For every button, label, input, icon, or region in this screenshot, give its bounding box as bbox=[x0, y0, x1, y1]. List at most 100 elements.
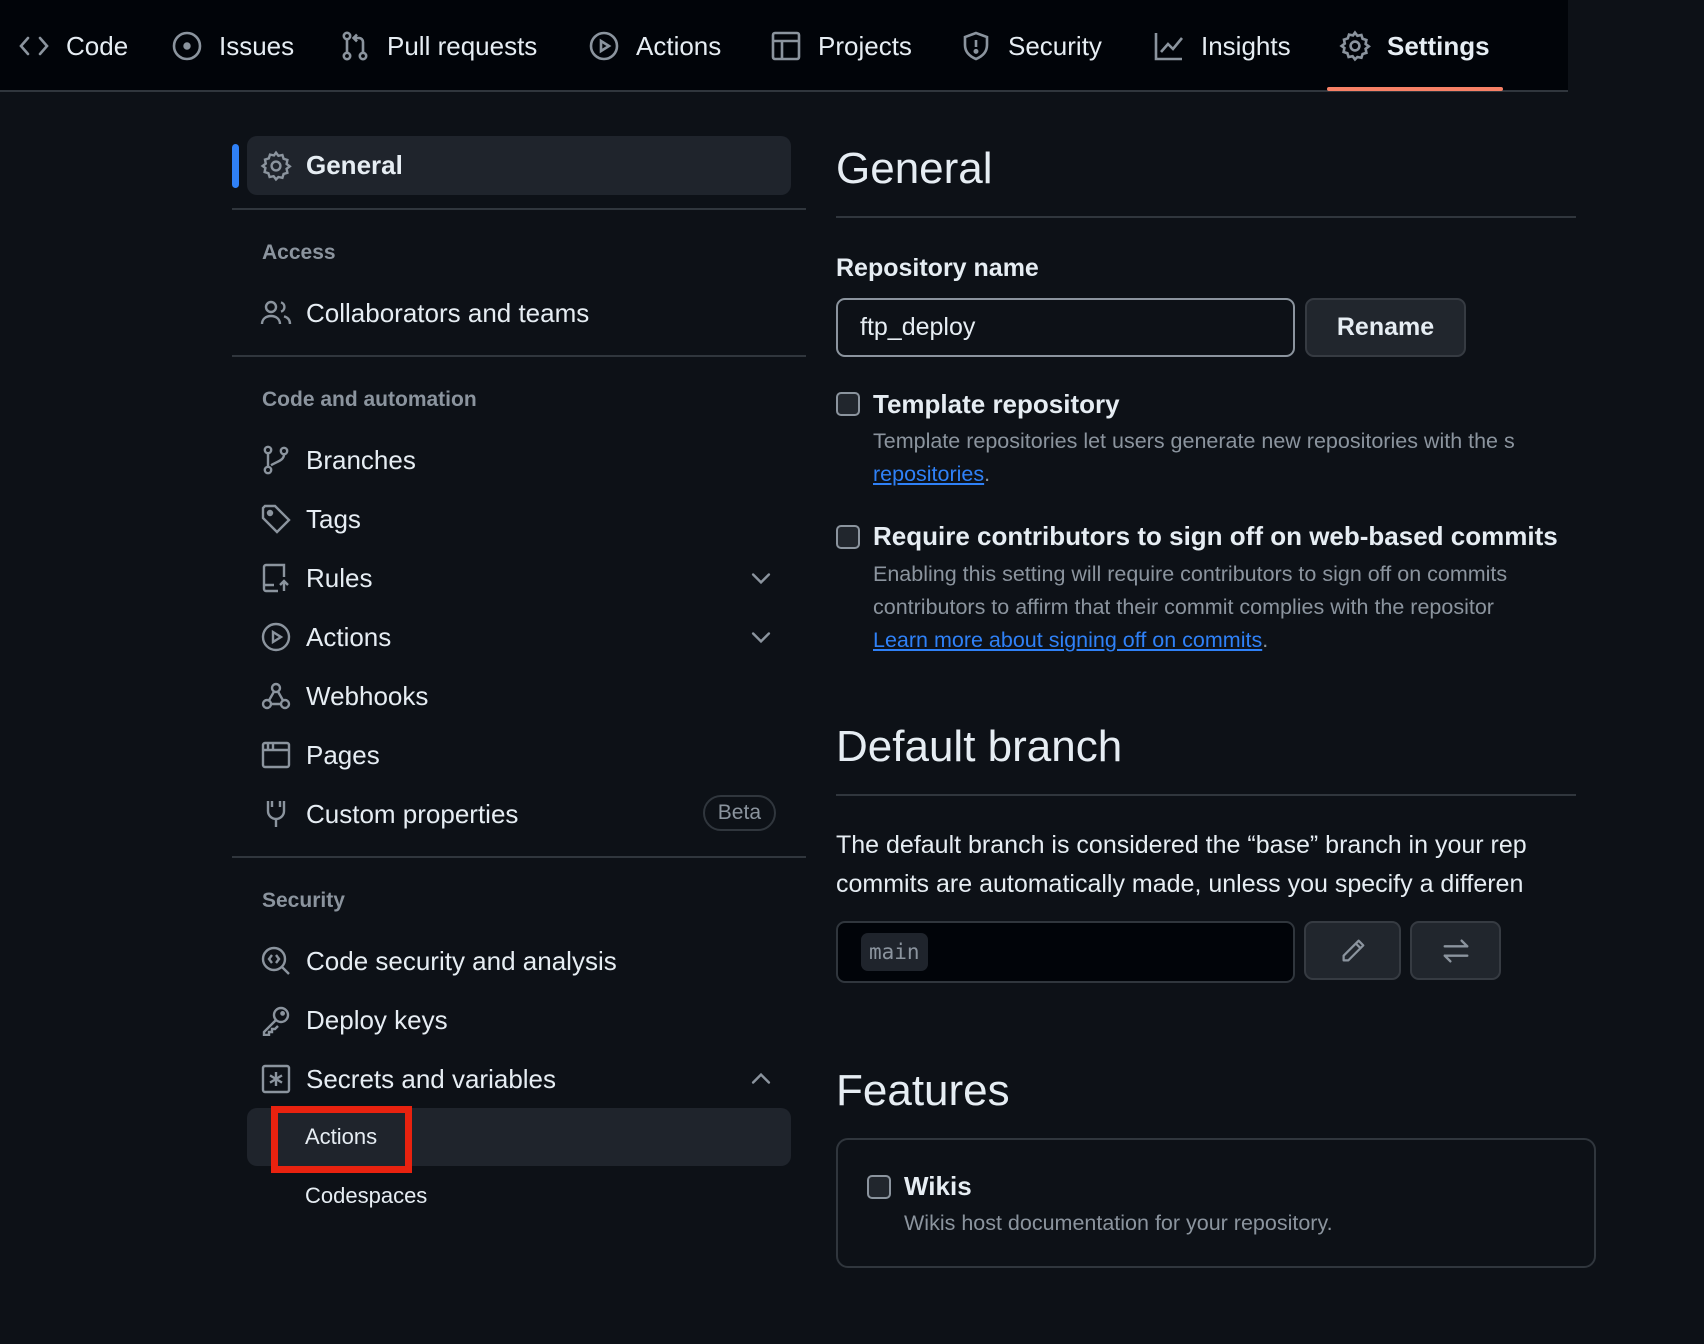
tab-code[interactable]: Code bbox=[18, 0, 128, 92]
tab-label: Settings bbox=[1387, 30, 1490, 61]
chevron-down-icon[interactable] bbox=[747, 564, 775, 592]
divider bbox=[836, 794, 1576, 796]
graph-icon bbox=[1153, 30, 1185, 62]
sidebar-item-code-security[interactable]: Code security and analysis bbox=[247, 935, 791, 987]
tab-security[interactable]: Security bbox=[960, 0, 1102, 92]
chevron-down-icon[interactable] bbox=[747, 623, 775, 651]
rename-branch-button[interactable] bbox=[1304, 921, 1401, 980]
template-repository-title: Template repository bbox=[873, 389, 1120, 419]
repo-nav: Code Issues Pull requests Actions Projec… bbox=[0, 0, 1568, 92]
tab-insights[interactable]: Insights bbox=[1153, 0, 1291, 92]
default-branch-desc-line-1: The default branch is considered the “ba… bbox=[836, 831, 1527, 859]
sidebar-subitem-codespaces[interactable]: Codespaces bbox=[247, 1167, 791, 1225]
period: . bbox=[1262, 628, 1269, 652]
sidebar-item-tags[interactable]: Tags bbox=[247, 493, 791, 545]
git-pull-request-icon bbox=[339, 30, 371, 62]
signoff-desc-2: contributors to affirm that their commit… bbox=[873, 595, 1494, 619]
sidebar-item-label: Custom properties bbox=[306, 798, 519, 829]
chevron-up-icon[interactable] bbox=[747, 1065, 775, 1093]
repo-name-value: ftp_deploy bbox=[860, 313, 976, 341]
template-repository-checkbox[interactable] bbox=[836, 392, 860, 416]
gear-icon bbox=[260, 150, 292, 182]
key-icon bbox=[260, 1004, 292, 1036]
sidebar-item-label: Rules bbox=[306, 562, 373, 593]
sidebar-item-label: General bbox=[306, 150, 403, 180]
tab-projects[interactable]: Projects bbox=[770, 0, 912, 92]
repositories-link[interactable]: repositories bbox=[873, 462, 984, 486]
wikis-checkbox[interactable] bbox=[867, 1175, 891, 1199]
template-repository-desc-2: repositories. bbox=[873, 458, 990, 491]
sidebar-item-pages[interactable]: Pages bbox=[247, 729, 791, 781]
sidebar-item-label: Webhooks bbox=[306, 680, 429, 711]
default-branch-desc: The default branch is considered the “ba… bbox=[836, 826, 1527, 904]
page-title: General bbox=[836, 144, 993, 193]
note-icon bbox=[260, 798, 292, 830]
sidebar-item-label: Deploy keys bbox=[306, 1004, 448, 1035]
sidebar-item-secrets-variables[interactable]: Secrets and variables bbox=[247, 1053, 791, 1105]
section-heading-access: Access bbox=[262, 241, 336, 264]
beta-badge: Beta bbox=[702, 795, 776, 831]
issue-opened-icon bbox=[171, 30, 203, 62]
signoff-learn-more-link[interactable]: Learn more about signing off on commits bbox=[873, 628, 1262, 652]
arrow-switch-icon bbox=[1441, 936, 1471, 966]
gear-icon bbox=[1339, 30, 1371, 62]
repo-name-input[interactable]: ftp_deploy bbox=[836, 298, 1295, 357]
template-repository-desc: Template repositories let users generate… bbox=[873, 429, 1515, 453]
key-asterisk-icon bbox=[260, 1063, 292, 1095]
codescan-icon bbox=[260, 945, 292, 977]
webhook-icon bbox=[260, 680, 292, 712]
sidebar-item-label: Tags bbox=[306, 503, 361, 534]
tab-label: Code bbox=[66, 30, 129, 61]
default-branch-heading: Default branch bbox=[836, 722, 1123, 771]
sidebar-item-deploy-keys[interactable]: Deploy keys bbox=[247, 994, 791, 1046]
sidebar-item-general[interactable]: General bbox=[247, 136, 791, 195]
section-heading-security: Security bbox=[262, 889, 345, 912]
period: . bbox=[984, 462, 991, 486]
play-icon bbox=[588, 30, 620, 62]
default-branch-field: main bbox=[836, 921, 1295, 983]
active-tab-underline bbox=[1327, 87, 1503, 91]
highlight-box bbox=[271, 1106, 412, 1173]
divider bbox=[232, 355, 806, 357]
sidebar-item-label: Actions bbox=[306, 621, 392, 652]
sidebar-item-actions[interactable]: Actions bbox=[247, 611, 791, 663]
sidebar-item-branches[interactable]: Branches bbox=[247, 434, 791, 486]
tab-issues[interactable]: Issues bbox=[171, 0, 294, 92]
wikis-title: Wikis bbox=[904, 1171, 972, 1201]
sidebar-item-custom-properties[interactable]: Custom properties Beta bbox=[247, 788, 791, 840]
play-icon bbox=[260, 621, 292, 653]
sidebar-item-label: Code security and analysis bbox=[306, 945, 617, 976]
tab-label: Insights bbox=[1201, 30, 1291, 61]
tab-label: Issues bbox=[219, 30, 295, 61]
tab-label: Projects bbox=[818, 30, 912, 61]
default-branch-desc-line-2: commits are automatically made, unless y… bbox=[836, 870, 1524, 898]
signoff-checkbox[interactable] bbox=[836, 525, 860, 549]
repo-name-label: Repository name bbox=[836, 254, 1039, 282]
sidebar-item-collaborators[interactable]: Collaborators and teams bbox=[247, 287, 791, 339]
sidebar-item-label: Secrets and variables bbox=[306, 1063, 557, 1094]
divider bbox=[232, 856, 806, 858]
active-indicator bbox=[232, 144, 239, 188]
tab-pull-requests[interactable]: Pull requests bbox=[339, 0, 537, 92]
signoff-desc-1: Enabling this setting will require contr… bbox=[873, 562, 1508, 586]
git-branch-icon bbox=[260, 444, 292, 476]
browser-icon bbox=[260, 739, 292, 771]
features-heading: Features bbox=[836, 1066, 1010, 1115]
tab-actions[interactable]: Actions bbox=[588, 0, 721, 92]
tab-label: Pull requests bbox=[387, 30, 538, 61]
signoff-desc-3: Learn more about signing off on commits. bbox=[873, 624, 1268, 657]
divider bbox=[836, 216, 1576, 218]
sidebar-item-rules[interactable]: Rules bbox=[247, 552, 791, 604]
divider bbox=[232, 208, 806, 210]
tab-label: Security bbox=[1008, 30, 1102, 61]
switch-branch-button[interactable] bbox=[1410, 921, 1501, 980]
sidebar-item-webhooks[interactable]: Webhooks bbox=[247, 670, 791, 722]
shield-icon bbox=[960, 30, 992, 62]
code-icon bbox=[18, 30, 50, 62]
sidebar-item-label: Branches bbox=[306, 444, 416, 475]
rename-button[interactable]: Rename bbox=[1305, 298, 1466, 357]
repo-push-icon bbox=[260, 562, 292, 594]
people-icon bbox=[260, 297, 292, 329]
tab-settings[interactable]: Settings bbox=[1339, 0, 1490, 92]
wikis-desc: Wikis host documentation for your reposi… bbox=[904, 1211, 1333, 1235]
